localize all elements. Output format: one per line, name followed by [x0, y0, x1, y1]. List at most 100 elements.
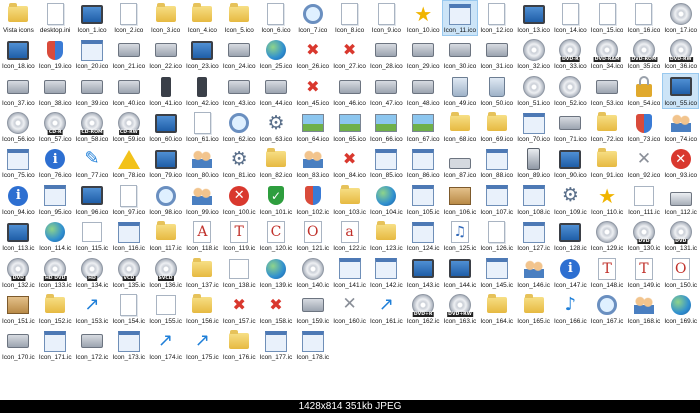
- icon-item[interactable]: Icon_168.ic: [626, 291, 663, 327]
- icon-item[interactable]: Icon_12.ico: [478, 0, 515, 36]
- icon-item[interactable]: DVD-RAM Icon_34.ico: [589, 36, 626, 72]
- icon-item[interactable]: Icon_15.ico: [589, 0, 626, 36]
- icon-item[interactable]: ✖ Icon_157.ic: [221, 291, 258, 327]
- icon-item[interactable]: Icon_70.ico: [515, 109, 552, 145]
- icon-item[interactable]: Icon_87.ico: [442, 145, 479, 181]
- icon-item[interactable]: CD-R Icon_57.ico: [37, 109, 74, 145]
- icon-item[interactable]: Icon_73.ico: [626, 109, 663, 145]
- icon-item[interactable]: Icon_3.ico: [147, 0, 184, 36]
- icon-item[interactable]: ♪ Icon_166.ic: [552, 291, 589, 327]
- icon-item[interactable]: ⚙ Icon_63.ico: [258, 109, 295, 145]
- icon-item[interactable]: Icon_112.ic: [662, 182, 699, 218]
- icon-item[interactable]: Icon_31.ico: [478, 36, 515, 72]
- icon-item[interactable]: Icon_13.ico: [515, 0, 552, 36]
- icon-item[interactable]: Icon_114.ic: [37, 218, 74, 254]
- icon-item[interactable]: T Icon_148.ic: [589, 255, 626, 291]
- icon-item[interactable]: desktop.ini: [37, 0, 74, 36]
- icon-item[interactable]: Icon_154.ic: [110, 291, 147, 327]
- icon-item[interactable]: Icon_83.ico: [294, 145, 331, 181]
- icon-item[interactable]: Vista icons: [0, 0, 37, 36]
- icon-item[interactable]: Icon_143.ic: [405, 255, 442, 291]
- icon-item[interactable]: Icon_97.ico: [110, 182, 147, 218]
- icon-item[interactable]: Icon_53.ico: [589, 73, 626, 109]
- icon-item[interactable]: Icon_111.ic: [626, 182, 663, 218]
- icon-item[interactable]: DVD-RW Icon_36.ico: [662, 36, 699, 72]
- icon-item[interactable]: O Icon_150.ic: [662, 255, 699, 291]
- icon-item[interactable]: Icon_54.ico: [626, 73, 663, 109]
- icon-item[interactable]: Icon_171.ic: [37, 327, 74, 363]
- icon-item[interactable]: Icon_115.ic: [74, 218, 111, 254]
- icon-item[interactable]: Icon_82.ico: [258, 145, 295, 181]
- icon-item[interactable]: Icon_126.ic: [478, 218, 515, 254]
- icon-item[interactable]: Icon_123.ic: [368, 218, 405, 254]
- icon-item[interactable]: Icon_72.ico: [589, 109, 626, 145]
- icon-item[interactable]: Icon_9.ico: [368, 0, 405, 36]
- icon-item[interactable]: ✖ Icon_158.ic: [258, 291, 295, 327]
- icon-item[interactable]: Icon_5.ico: [221, 0, 258, 36]
- icon-item[interactable]: DVD+RW Icon_163.ic: [442, 291, 479, 327]
- icon-item[interactable]: Icon_30.ico: [442, 36, 479, 72]
- icon-item[interactable]: Icon_172.ic: [74, 327, 111, 363]
- icon-item[interactable]: ↗ Icon_153.ic: [74, 291, 111, 327]
- icon-item[interactable]: ↗ Icon_175.ic: [184, 327, 221, 363]
- icon-item[interactable]: DVD-ROM Icon_35.ico: [626, 36, 663, 72]
- icon-item[interactable]: Icon_38.ico: [37, 73, 74, 109]
- icon-item[interactable]: Icon_95.ico: [37, 182, 74, 218]
- icon-item[interactable]: Icon_89.ico: [515, 145, 552, 181]
- icon-item[interactable]: Icon_74.ico: [662, 109, 699, 145]
- icon-item[interactable]: Icon_71.ico: [552, 109, 589, 145]
- icon-item[interactable]: Icon_46.ico: [331, 73, 368, 109]
- icon-item[interactable]: Icon_66.ico: [368, 109, 405, 145]
- icon-item[interactable]: Icon_137.ic: [184, 255, 221, 291]
- icon-item[interactable]: ✕ Icon_160.ic: [331, 291, 368, 327]
- icon-item[interactable]: Icon_116.ic: [110, 218, 147, 254]
- icon-item[interactable]: Icon_169.ic: [662, 291, 699, 327]
- icon-item[interactable]: Icon_164.ic: [478, 291, 515, 327]
- icon-item[interactable]: ⚙ Icon_81.ico: [221, 145, 258, 181]
- icon-item[interactable]: Icon_167.ic: [589, 291, 626, 327]
- icon-item[interactable]: ↗ Icon_161.ic: [368, 291, 405, 327]
- icon-item[interactable]: Icon_22.ico: [147, 36, 184, 72]
- icon-item[interactable]: Icon_80.ico: [184, 145, 221, 181]
- icon-item[interactable]: Icon_1.ico: [74, 0, 111, 36]
- icon-item[interactable]: Icon_140.ic: [294, 255, 331, 291]
- icon-item[interactable]: DVD-R Icon_33.ico: [552, 36, 589, 72]
- icon-item[interactable]: Icon_142.ic: [368, 255, 405, 291]
- icon-item[interactable]: Icon_18.ico: [0, 36, 37, 72]
- icon-item[interactable]: Icon_32.ico: [515, 36, 552, 72]
- icon-item[interactable]: Icon_176.ic: [221, 327, 258, 363]
- icon-item[interactable]: A Icon_118.ic: [184, 218, 221, 254]
- icon-item[interactable]: ✖ Icon_84.ico: [331, 145, 368, 181]
- icon-item[interactable]: ↗ Icon_174.ic: [147, 327, 184, 363]
- icon-item[interactable]: Icon_29.ico: [405, 36, 442, 72]
- icon-item[interactable]: Icon_21.ico: [110, 36, 147, 72]
- icon-item[interactable]: Icon_104.ic: [368, 182, 405, 218]
- icon-item[interactable]: ✖ Icon_27.ico: [331, 36, 368, 72]
- icon-item[interactable]: Icon_178.ic: [294, 327, 331, 363]
- icon-item[interactable]: Icon_85.ico: [368, 145, 405, 181]
- icon-item[interactable]: Icon_62.ico: [221, 109, 258, 145]
- icon-item[interactable]: Icon_19.ico: [37, 36, 74, 72]
- icon-item[interactable]: ⚙ Icon_109.ic: [552, 182, 589, 218]
- icon-item[interactable]: Icon_78.ico: [110, 145, 147, 181]
- icon-item[interactable]: HD Icon_134.ic: [74, 255, 111, 291]
- icon-item[interactable]: Icon_20.ico: [74, 36, 111, 72]
- icon-item[interactable]: Icon_152.ic: [37, 291, 74, 327]
- icon-item[interactable]: Icon_28.ico: [368, 36, 405, 72]
- icon-item[interactable]: Icon_37.ico: [0, 73, 37, 109]
- icon-item[interactable]: C Icon_120.ic: [258, 218, 295, 254]
- icon-item[interactable]: Icon_128.ic: [552, 218, 589, 254]
- icon-item[interactable]: Icon_39.ico: [74, 73, 111, 109]
- icon-item[interactable]: Icon_103.ic: [331, 182, 368, 218]
- icon-item[interactable]: Icon_48.ico: [405, 73, 442, 109]
- icon-item[interactable]: Icon_11.ico: [441, 0, 479, 37]
- icon-item[interactable]: Icon_139.ic: [258, 255, 295, 291]
- icon-item[interactable]: Icon_88.ico: [478, 145, 515, 181]
- icon-item[interactable]: DVD Icon_130.ic: [626, 218, 663, 254]
- icon-item[interactable]: ✕ Icon_93.ico: [662, 145, 699, 181]
- icon-item[interactable]: Icon_69.ico: [478, 109, 515, 145]
- icon-item[interactable]: Icon_138.ic: [221, 255, 258, 291]
- icon-item[interactable]: Icon_141.ic: [331, 255, 368, 291]
- icon-item[interactable]: Icon_40.ico: [110, 73, 147, 109]
- icon-item[interactable]: Icon_2.ico: [110, 0, 147, 36]
